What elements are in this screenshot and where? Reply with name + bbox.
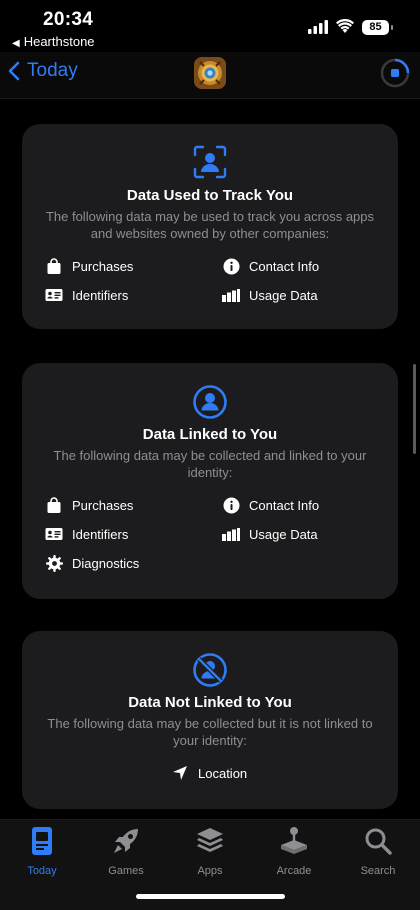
data-item-label: Purchases bbox=[72, 497, 134, 513]
card-title: Data Used to Track You bbox=[126, 187, 294, 204]
data-item-label: Contact Info bbox=[249, 497, 320, 513]
data-item-purchases: Purchases bbox=[45, 257, 133, 275]
id-card-icon bbox=[45, 286, 63, 304]
person-tracking-icon bbox=[193, 145, 227, 179]
back-button[interactable]: Today bbox=[8, 60, 78, 82]
data-item-contact-info: Contact Info bbox=[222, 496, 319, 514]
tab-label: Apps bbox=[197, 865, 223, 877]
tab-label: Today bbox=[27, 865, 57, 877]
id-card-icon bbox=[45, 525, 63, 543]
tab-apps[interactable]: Apps bbox=[180, 826, 240, 877]
person-crossed-icon bbox=[193, 653, 227, 687]
back-to-app-link[interactable]: ◀ Hearthstone bbox=[12, 34, 95, 49]
shopping-bag-icon bbox=[45, 496, 63, 514]
data-item-contact-info: Contact Info bbox=[222, 257, 319, 275]
app-icon bbox=[194, 57, 226, 89]
tab-label: Arcade bbox=[276, 865, 312, 877]
rocket-icon bbox=[114, 829, 138, 853]
data-used-to-track-card: Data Used to Track You The following dat… bbox=[22, 124, 398, 329]
tab-games[interactable]: Games bbox=[96, 826, 156, 877]
data-linked-to-you-card: Data Linked to You The following data ma… bbox=[22, 363, 398, 599]
tab-search[interactable]: Search bbox=[348, 826, 408, 877]
gear-icon bbox=[45, 554, 63, 572]
data-item-label: Purchases bbox=[72, 258, 134, 274]
search-icon bbox=[365, 828, 392, 855]
scroll-indicator[interactable] bbox=[413, 364, 416, 454]
shopping-bag-icon bbox=[45, 257, 63, 275]
card-description: The following data may be collected and … bbox=[53, 448, 367, 480]
card-description: The following data may be used to track … bbox=[45, 209, 375, 241]
home-indicator[interactable] bbox=[136, 894, 285, 899]
card-title: Data Linked to You bbox=[142, 426, 278, 443]
battery-indicator: 85 bbox=[362, 20, 389, 35]
data-item-usage-data: Usage Data bbox=[222, 286, 318, 304]
tab-label: Search bbox=[360, 865, 396, 877]
data-item-label: Contact Info bbox=[249, 258, 320, 274]
info-circle-icon bbox=[222, 257, 240, 275]
info-circle-icon bbox=[222, 496, 240, 514]
tab-today[interactable]: Today bbox=[12, 826, 72, 877]
data-item-label: Usage Data bbox=[249, 287, 318, 303]
person-circle-icon bbox=[193, 385, 227, 419]
data-item-location: Location bbox=[171, 764, 247, 782]
tab-arcade[interactable]: Arcade bbox=[264, 826, 324, 877]
today-icon bbox=[32, 827, 52, 855]
data-item-label: Diagnostics bbox=[72, 555, 140, 571]
data-item-usage-data: Usage Data bbox=[222, 525, 318, 543]
status-time: 20:34 bbox=[43, 9, 94, 30]
bar-chart-icon bbox=[222, 525, 240, 543]
data-item-identifiers: Identifiers bbox=[45, 525, 128, 543]
card-title: Data Not Linked to You bbox=[128, 694, 292, 711]
privacy-details-content[interactable]: Data Used to Track You The following dat… bbox=[0, 99, 420, 819]
tab-label: Games bbox=[108, 865, 144, 877]
back-app-label: Hearthstone bbox=[23, 34, 95, 49]
card-description: The following data may be collected but … bbox=[47, 716, 373, 748]
data-item-label: Usage Data bbox=[249, 526, 318, 542]
wifi-icon bbox=[336, 19, 354, 33]
data-item-label: Identifiers bbox=[72, 526, 129, 542]
data-item-diagnostics: Diagnostics bbox=[45, 554, 139, 572]
chevron-left-icon bbox=[8, 61, 20, 81]
data-item-purchases: Purchases bbox=[45, 496, 133, 514]
back-triangle-icon: ◀ bbox=[12, 38, 20, 49]
data-item-label: Identifiers bbox=[72, 287, 129, 303]
data-item-label: Location bbox=[198, 765, 248, 781]
battery-nub bbox=[391, 25, 393, 30]
data-not-linked-card: Data Not Linked to You The following dat… bbox=[22, 631, 398, 809]
navigation-bar: Today bbox=[0, 52, 420, 99]
back-button-label: Today bbox=[27, 60, 78, 81]
status-bar: 20:34 ◀ Hearthstone 85 bbox=[0, 0, 420, 52]
joystick-icon bbox=[281, 827, 307, 854]
stacked-layers-icon bbox=[197, 828, 223, 852]
hearthstone-logo-icon bbox=[194, 57, 226, 89]
cellular-signal-icon bbox=[308, 20, 328, 34]
location-arrow-icon bbox=[171, 764, 189, 782]
data-item-identifiers: Identifiers bbox=[45, 286, 128, 304]
bar-chart-icon bbox=[222, 286, 240, 304]
download-progress-button[interactable] bbox=[380, 58, 410, 88]
